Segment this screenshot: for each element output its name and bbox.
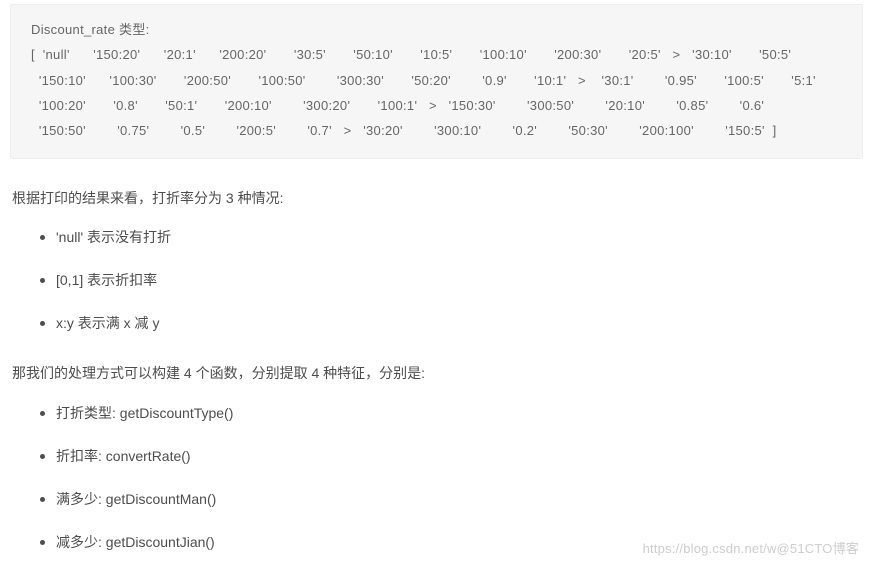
code-header: Discount_rate 类型: — [31, 22, 150, 37]
list-item: 满多少: getDiscountMan() — [40, 489, 861, 510]
list-item: 减多少: getDiscountJian() — [40, 532, 861, 553]
situation-list: 'null' 表示没有打折 [0,1] 表示折扣率 x:y 表示满 x 减 y — [12, 227, 861, 334]
code-line: '150:10' '100:30' '200:50' '100:50' '300… — [31, 73, 816, 88]
list-item: 'null' 表示没有打折 — [40, 227, 861, 248]
paragraph-1: 根据打印的结果来看，打折率分为 3 种情况: — [12, 187, 861, 209]
list-item: x:y 表示满 x 减 y — [40, 313, 861, 334]
code-line: [ 'null' '150:20' '20:1' '200:20' '30:5'… — [31, 47, 791, 62]
code-line: '150:50' '0.75' '0.5' '200:5' '0.7' > '3… — [31, 123, 777, 138]
list-item: [0,1] 表示折扣率 — [40, 270, 861, 291]
code-line: '100:20' '0.8' '50:1' '200:10' '300:20' … — [31, 98, 764, 113]
list-item: 折扣率: convertRate() — [40, 446, 861, 467]
content-region: 根据打印的结果来看，打折率分为 3 种情况: 'null' 表示没有打折 [0,… — [0, 187, 873, 553]
paragraph-2: 那我们的处理方式可以构建 4 个函数，分别提取 4 种特征，分别是: — [12, 362, 861, 384]
function-list: 打折类型: getDiscountType() 折扣率: convertRate… — [12, 403, 861, 553]
code-block: Discount_rate 类型: [ 'null' '150:20' '20:… — [10, 4, 863, 159]
list-item: 打折类型: getDiscountType() — [40, 403, 861, 424]
